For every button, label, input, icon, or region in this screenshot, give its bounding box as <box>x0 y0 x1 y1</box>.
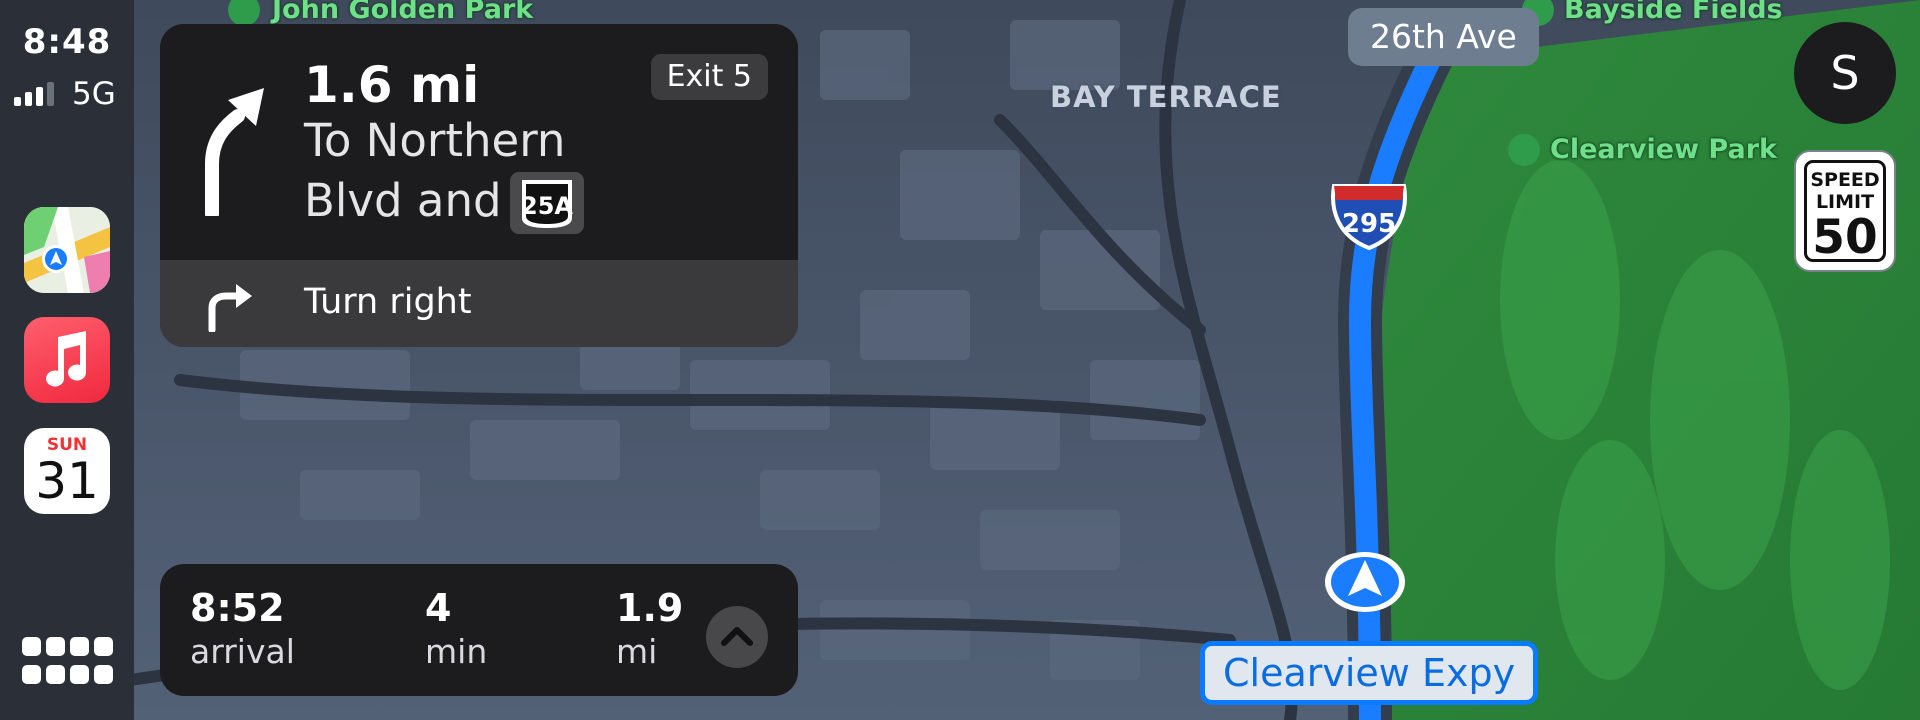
cellular-status: 5G <box>14 76 126 112</box>
arrival-time: 8:52 <box>190 586 285 630</box>
duration-label: min <box>425 632 488 671</box>
park-label-bayside-fields[interactable]: Bayside Fields <box>1564 0 1783 25</box>
calendar-app-button[interactable]: SUN 31 <box>24 428 110 514</box>
signal-bars-icon <box>14 82 54 106</box>
route-shield-number: 25A <box>521 192 573 220</box>
carplay-dock: 8:48 5G SUN 31 <box>0 0 134 720</box>
arrival-info: 8:52 arrival <box>190 586 295 671</box>
exit-badge: Exit 5 <box>650 54 768 100</box>
duration-value: 4 <box>425 586 452 630</box>
current-road-label: Clearview Expy <box>1200 641 1539 705</box>
street-label-pill: 26th Ave <box>1348 8 1539 66</box>
calendar-day: 31 <box>35 452 99 510</box>
network-type: 5G <box>72 76 116 112</box>
status-time: 8:48 <box>22 22 112 62</box>
interstate-295-shield-icon: 295 <box>1331 184 1407 251</box>
maneuver-card[interactable]: 1.6 mi To Northern Blvd and 25A Exit 5 T… <box>160 24 798 347</box>
distance-value: 1.9 <box>616 586 684 630</box>
arrival-label: arrival <box>190 632 295 671</box>
distance-info: 1.9 mi <box>616 586 683 671</box>
music-app-button[interactable] <box>24 317 110 403</box>
chevron-up-icon <box>721 627 753 646</box>
secondary-maneuver-text: Turn right <box>304 282 472 322</box>
speed-limit-sign: SPEED LIMIT 50 <box>1796 152 1894 270</box>
trip-info-card[interactable]: 8:52 arrival 4 min 1.9 mi <box>160 564 798 696</box>
park-icon <box>1508 134 1540 166</box>
maneuver-road-line2: Blvd and <box>304 174 502 227</box>
primary-maneuver: 1.6 mi To Northern Blvd and 25A Exit 5 <box>160 24 798 260</box>
park-label-john-golden[interactable]: John Golden Park <box>272 0 533 25</box>
secondary-maneuver: Turn right <box>160 260 798 347</box>
maps-app-button[interactable] <box>24 207 110 293</box>
music-note-icon <box>46 331 86 387</box>
turn-right-arrow-icon <box>208 284 252 332</box>
route-25a-shield-icon: 25A <box>510 172 584 234</box>
speed-limit-line1: SPEED <box>1810 169 1880 191</box>
current-location-puck-icon <box>1325 552 1405 612</box>
speed-limit-value: 50 <box>1812 210 1878 265</box>
maneuver-road-line1: To Northern <box>304 114 566 167</box>
app-grid-icon[interactable] <box>22 637 114 687</box>
expand-trip-button[interactable] <box>706 606 768 668</box>
user-avatar-button[interactable]: S <box>1794 22 1896 124</box>
neighborhood-label: BAY TERRACE <box>1050 80 1282 114</box>
bear-left-arrow-icon <box>205 88 264 216</box>
park-label-clearview[interactable]: Clearview Park <box>1550 134 1777 165</box>
duration-info: 4 min <box>425 586 487 671</box>
maneuver-distance: 1.6 mi <box>304 56 480 114</box>
maps-icon <box>24 207 110 293</box>
distance-label: mi <box>616 632 658 671</box>
interstate-number: 295 <box>1342 209 1396 239</box>
